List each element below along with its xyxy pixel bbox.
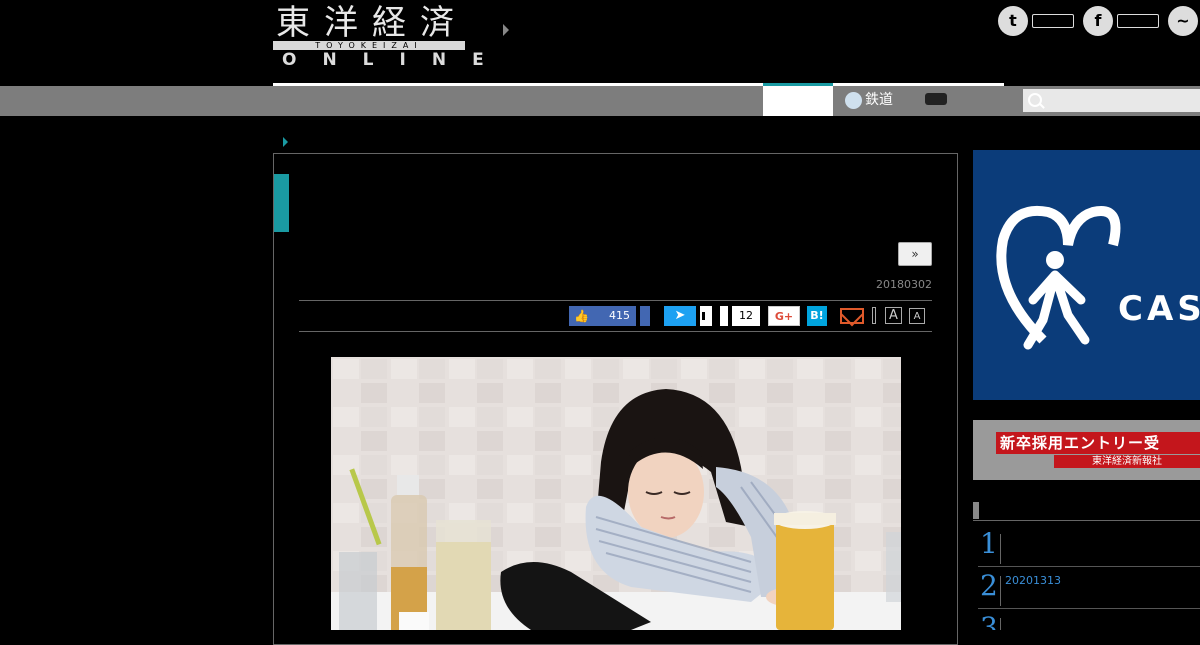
nav-item-rail[interactable]: 鉄道: [845, 90, 893, 110]
car-icon[interactable]: [925, 93, 947, 105]
logo-arrow-icon[interactable]: [503, 24, 509, 36]
heart-figure-logo-icon: [996, 205, 1121, 350]
twitter-icon[interactable]: t: [998, 6, 1028, 36]
ranking-header: [973, 502, 1200, 521]
hatena-bookmark-button[interactable]: B!: [807, 306, 827, 326]
mail-icon[interactable]: [840, 308, 864, 324]
pocket-button[interactable]: [720, 306, 728, 326]
site-logo[interactable]: 東洋経済: [276, 4, 468, 42]
search-icon[interactable]: [1028, 93, 1042, 107]
logo-online: ONLINE: [282, 50, 510, 70]
google-plus-button[interactable]: G+: [768, 306, 800, 326]
rank-title[interactable]: 20201313: [1005, 574, 1061, 587]
next-page-button[interactable]: »: [898, 242, 932, 266]
article-photo: [331, 357, 901, 630]
train-icon: [845, 91, 862, 109]
tweet-count: [697, 306, 712, 326]
font-size-large-button[interactable]: A: [885, 307, 902, 324]
ranking-item[interactable]: 1: [978, 528, 1200, 567]
facebook-share-button[interactable]: [640, 306, 650, 326]
rank-divider: [1000, 576, 1001, 606]
article-date: 20180302: [876, 278, 932, 291]
print-icon[interactable]: [872, 307, 876, 324]
rank-number: 1: [980, 527, 998, 560]
global-nav: [0, 86, 1200, 116]
nav-tab-active[interactable]: [763, 86, 833, 116]
woman-asleep-with-drinks-image: [331, 357, 901, 630]
rank-divider: [1000, 618, 1001, 630]
logo-romaji: TOYOKEIZAI: [273, 41, 465, 50]
sidebar-ad-banner[interactable]: [973, 150, 1200, 400]
recruit-banner-company: 東洋経済新報社: [1054, 455, 1200, 468]
ranking-item[interactable]: 2 20201313: [978, 570, 1200, 609]
ranking-item[interactable]: 3: [978, 612, 1200, 630]
ranking-header-accent: [973, 502, 979, 519]
share-divider-top: [299, 300, 932, 301]
bird-icon: ➤: [674, 308, 686, 323]
facebook-like-button[interactable]: 👍 415: [569, 306, 636, 326]
font-size-small-button[interactable]: A: [909, 308, 925, 324]
article-title-accent: [274, 174, 289, 232]
like-count: 415: [609, 309, 630, 322]
breadcrumb-arrow-icon: [283, 137, 288, 147]
rank-number: 2: [980, 569, 998, 602]
rank-number: 3: [980, 612, 998, 630]
facebook-icon[interactable]: f: [1083, 6, 1113, 36]
recruit-banner-title: 新卒採用エントリー受: [996, 432, 1200, 454]
twitter-follow-count[interactable]: [1032, 14, 1074, 28]
thumbs-up-icon: 👍: [574, 309, 589, 323]
rank-divider: [1000, 534, 1001, 564]
nav-active-accent: [763, 83, 833, 86]
messenger-icon[interactable]: ~: [1168, 6, 1198, 36]
facebook-like-count[interactable]: [1117, 14, 1159, 28]
share-divider-bottom: [299, 331, 932, 332]
pocket-count: 12: [732, 306, 760, 326]
nav-rail-label: 鉄道: [865, 92, 893, 108]
tweet-button[interactable]: ➤: [664, 306, 696, 326]
ad-brand-text: CAS: [1118, 289, 1200, 329]
search-input[interactable]: [1023, 89, 1200, 112]
nav-top-rule: [273, 83, 1004, 86]
